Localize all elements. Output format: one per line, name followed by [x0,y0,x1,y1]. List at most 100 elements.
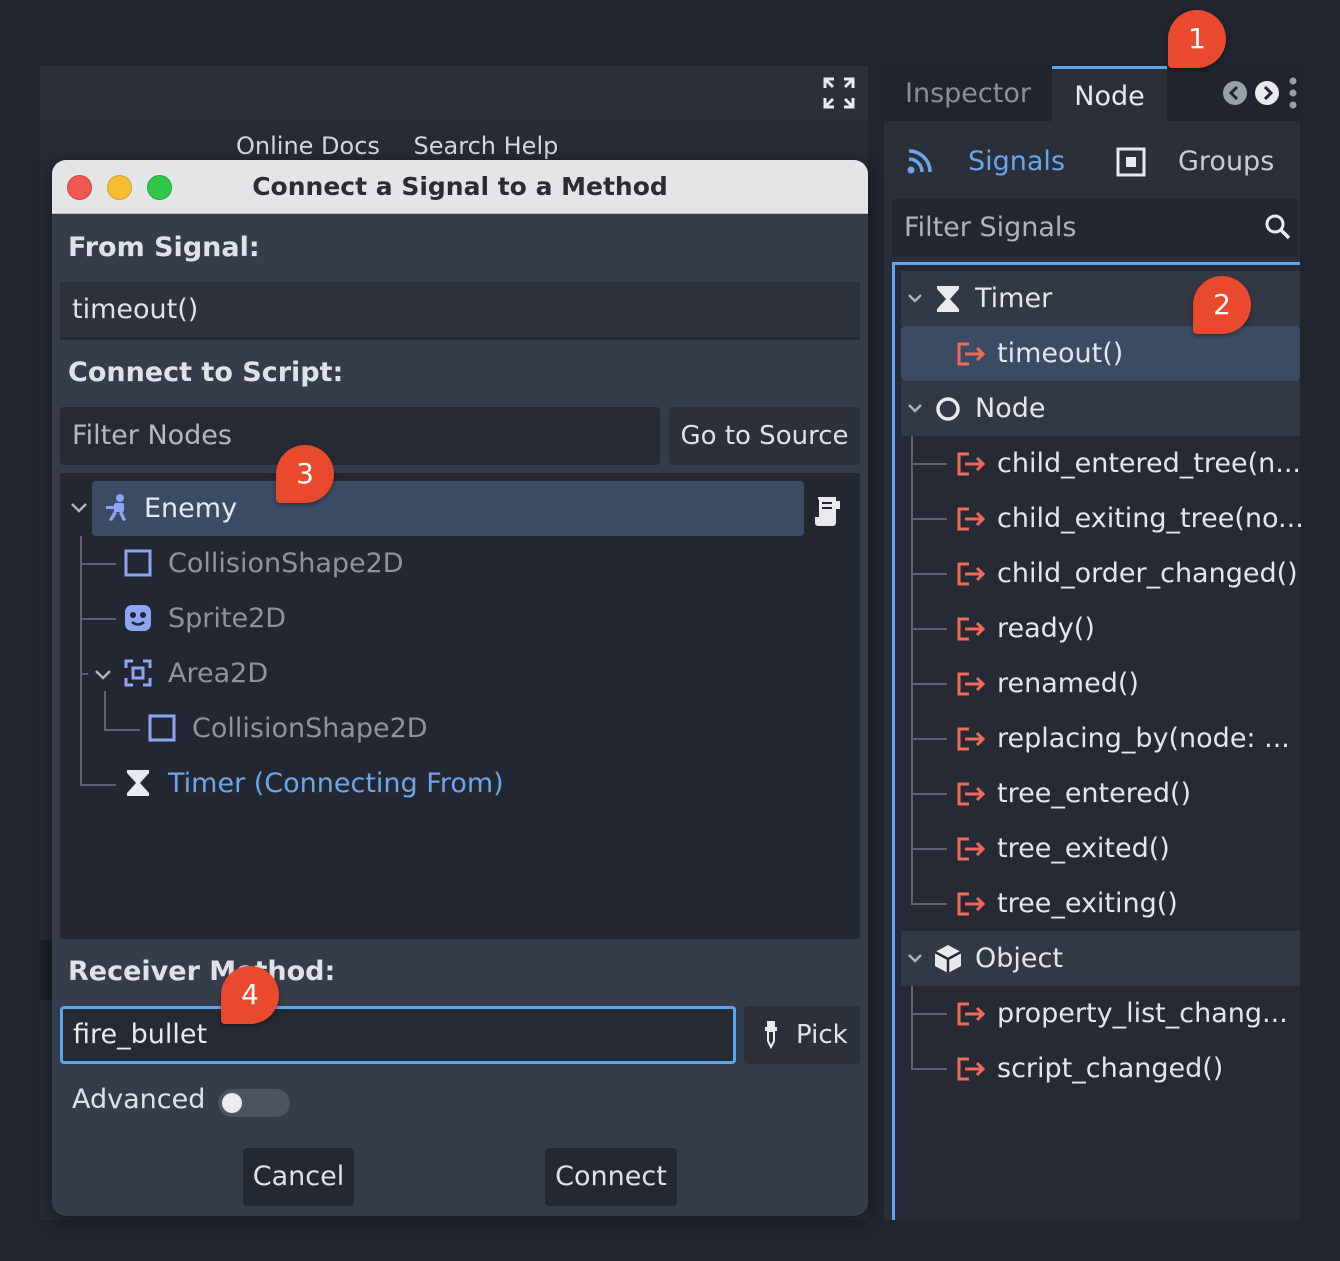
chevron-down-icon [908,954,922,963]
signal-row[interactable]: tree_exited() [901,821,1300,876]
chevron-right-icon[interactable] [1254,80,1280,106]
signal-row[interactable]: ready() [901,601,1300,656]
collision-shape-icon [148,714,176,742]
signal-tree: Timer timeout() Node child_entered_tree(… [892,262,1304,1220]
signal-row[interactable]: replacing_by(node: ... [901,711,1300,766]
signal-label: script_changed() [997,1053,1224,1084]
eyedropper-icon [765,1021,777,1049]
node-dock: Inspector Node Signals Groups Filter Sig… [884,66,1304,1220]
chevron-down-icon[interactable] [70,501,88,515]
hourglass-icon [127,770,149,796]
signal-row[interactable]: renamed() [901,656,1300,711]
annotation-marker-3: 3 [276,445,334,503]
signal-label: tree_exited() [997,833,1170,864]
from-signal-label: From Signal: [68,232,260,263]
filter-signals-input[interactable]: Filter Signals [892,199,1298,257]
signal-row[interactable]: property_list_chang... [901,986,1300,1041]
filter-signals-placeholder: Filter Signals [904,212,1077,243]
signal-label: renamed() [997,668,1139,699]
signal-arrow-icon [957,1002,986,1026]
chevron-down-icon[interactable] [94,668,112,682]
signals-tab-label: Signals [968,146,1066,177]
tree-connector [80,563,116,565]
online-docs-link[interactable]: Online Docs [236,132,380,160]
script-icon[interactable] [812,495,842,527]
collision-shape-icon [124,549,152,577]
filter-nodes-input[interactable] [60,407,660,465]
signal-label: replacing_by(node: ... [997,723,1290,754]
signal-label: child_entered_tree(n... [997,448,1301,479]
chevron-down-icon [908,294,922,303]
signal-arrow-icon [957,837,986,861]
signal-section-label: Object [975,943,1063,974]
signal-arrow-icon [957,617,986,641]
signal-label: child_order_changed() [997,558,1298,589]
tree-connector [104,729,140,731]
area-icon [124,659,152,687]
signal-section-object[interactable]: Object [901,931,1300,986]
signal-row[interactable]: tree_exiting() [901,876,1300,931]
signal-arrow-icon [957,892,986,916]
tree-item-enemy[interactable]: Enemy [92,481,804,536]
signal-label: ready() [997,613,1095,644]
signal-row[interactable]: child_exiting_tree(no... [901,491,1304,546]
tab-node[interactable]: Node [1052,66,1167,121]
signal-label: tree_entered() [997,778,1192,809]
cancel-button[interactable]: Cancel [243,1148,354,1206]
receiver-method-label: Receiver Method: [68,956,336,987]
signal-arrow-icon [957,672,986,696]
tree-connector [80,618,116,620]
signal-row[interactable]: tree_entered() [901,766,1300,821]
signal-icon [907,149,932,174]
signal-section-node[interactable]: Node [901,381,1300,436]
connect-signal-dialog: Connect a Signal to a Method From Signal… [52,160,868,1216]
advanced-label: Advanced [72,1084,206,1115]
tree-connector [80,536,82,786]
doc-bar: Online Docs Search Help [236,132,584,162]
circle-node-icon [936,397,960,421]
groups-icon[interactable] [1116,147,1146,177]
pick-button[interactable]: Pick [744,1006,860,1064]
tree-item-label: CollisionShape2D [192,713,428,744]
more-options-icon[interactable] [1288,76,1298,110]
chevron-left-icon[interactable] [1222,80,1248,106]
signal-label: tree_exiting() [997,888,1178,919]
search-help-link[interactable]: Search Help [414,132,559,160]
node-tree: Enemy CollisionShape2D Sprite2D Area2D C… [60,473,860,939]
tree-item-label: CollisionShape2D [168,548,404,579]
signal-arrow-icon [957,1057,986,1081]
advanced-toggle[interactable] [218,1089,290,1117]
connect-to-script-label: Connect to Script: [68,357,344,388]
signal-label: child_exiting_tree(no... [997,503,1304,534]
signal-arrow-icon [957,452,986,476]
signal-row-timeout[interactable]: timeout() [901,326,1300,381]
groups-tab[interactable]: Groups [1178,132,1274,192]
signal-arrow-icon [957,727,986,751]
from-signal-field: timeout() [60,282,860,340]
cube-icon [934,945,962,973]
go-to-source-button[interactable]: Go to Source [669,407,860,465]
fullscreen-icon[interactable] [822,76,856,110]
signal-row[interactable]: child_entered_tree(n... [901,436,1301,491]
connect-button[interactable]: Connect [545,1148,677,1206]
tree-connector [80,673,88,675]
toggle-knob [222,1093,242,1113]
annotation-marker-4: 4 [221,966,279,1024]
signal-arrow-icon [957,562,986,586]
signal-section-label: Node [975,393,1046,424]
tree-connector [104,691,106,731]
signal-arrow-icon [957,342,986,366]
chevron-down-icon [908,404,922,413]
signal-arrow-icon [957,782,986,806]
signal-label: timeout() [997,338,1124,369]
receiver-method-input[interactable]: fire_bullet [60,1006,736,1064]
tree-item-label: Area2D [168,658,269,689]
dialog-title: Connect a Signal to a Method [252,172,668,201]
signal-row[interactable]: child_order_changed() [901,546,1300,601]
hourglass-icon [937,286,959,312]
tab-inspector[interactable]: Inspector [884,66,1052,121]
tree-item-label: Sprite2D [168,603,287,634]
signal-label: property_list_chang... [997,998,1288,1029]
character-body-icon [106,494,126,521]
signal-row[interactable]: script_changed() [901,1041,1300,1096]
